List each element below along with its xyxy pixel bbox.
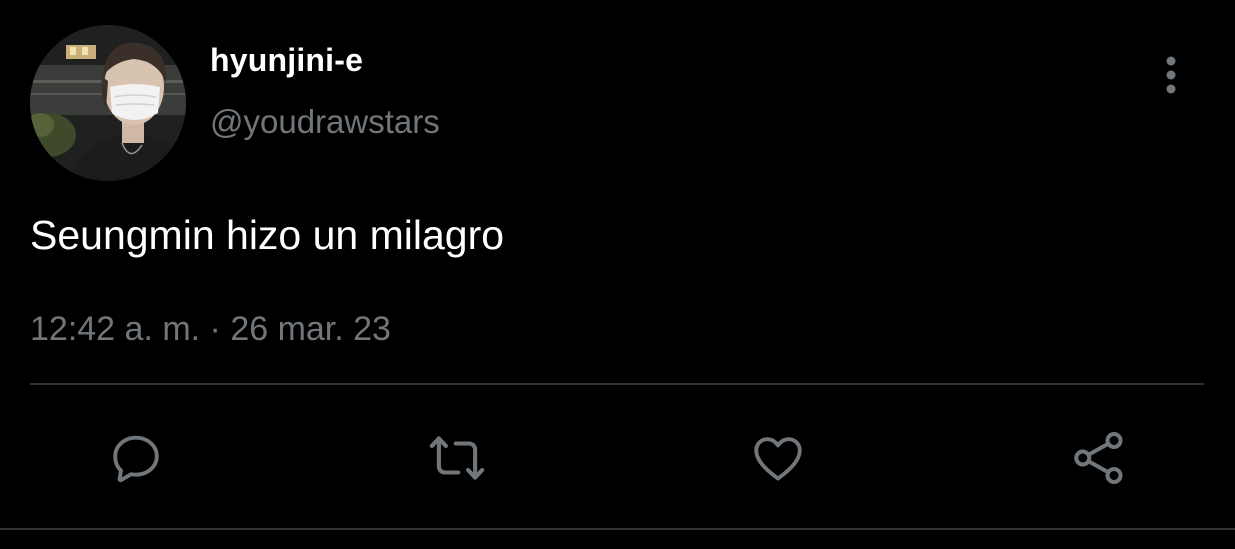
retweet-button[interactable] (427, 428, 487, 488)
share-button[interactable] (1069, 428, 1129, 488)
avatar-image (30, 25, 186, 181)
divider (30, 383, 1204, 385)
display-name[interactable]: hyunjini-e (210, 40, 363, 80)
tweet-timestamp[interactable]: 12:42 a. m. · 26 mar. 23 (30, 308, 391, 350)
reply-button[interactable] (106, 428, 166, 488)
tweet-text: Seungmin hizo un milagro (30, 212, 505, 258)
more-vertical-icon (1166, 56, 1176, 94)
retweet-icon (429, 436, 485, 480)
user-handle[interactable]: @youdrawstars (210, 102, 440, 142)
share-icon (1074, 432, 1123, 484)
more-options-button[interactable] (1150, 52, 1192, 98)
divider (0, 528, 1235, 530)
heart-icon (754, 437, 802, 481)
like-button[interactable] (748, 428, 808, 488)
avatar[interactable] (30, 25, 186, 181)
reply-icon (113, 435, 159, 483)
tweet-detail: hyunjini-e @youdrawstars Seungmin hizo u… (0, 0, 1235, 549)
